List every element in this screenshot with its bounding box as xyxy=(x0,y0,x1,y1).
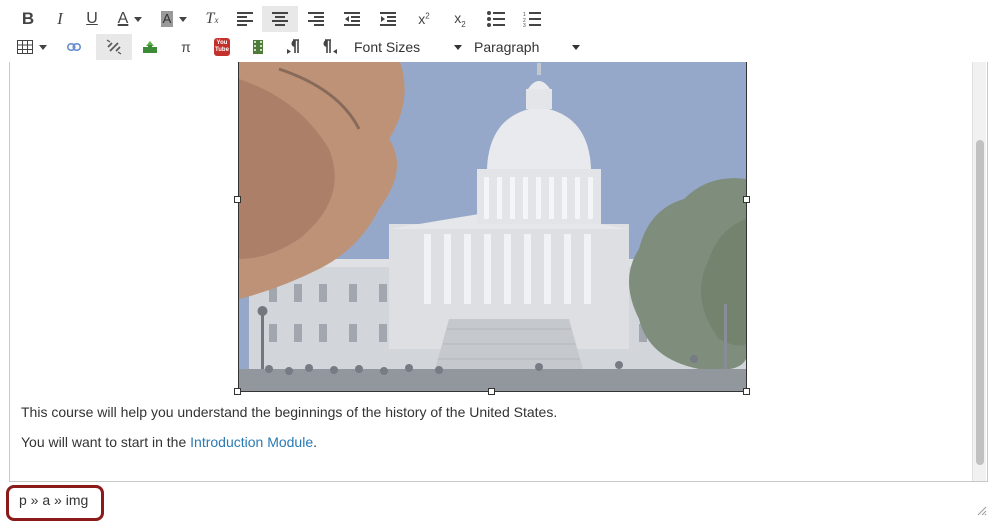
bullet-list-icon xyxy=(487,11,505,27)
bold-button[interactable]: B xyxy=(12,6,44,32)
selected-image[interactable] xyxy=(238,62,747,392)
clear-formatting-button[interactable]: Tx xyxy=(196,6,228,32)
indent-button[interactable] xyxy=(370,6,406,32)
vertical-scrollbar[interactable] xyxy=(972,62,986,481)
paragraph-2: You will want to start in the Introducti… xyxy=(21,434,317,450)
clear-formatting-icon: Tx xyxy=(205,10,219,27)
italic-button[interactable]: I xyxy=(44,6,76,32)
unlink-icon xyxy=(106,39,122,55)
pi-icon: π xyxy=(181,39,191,55)
link-icon xyxy=(67,43,81,51)
resize-grip-icon[interactable] xyxy=(975,504,987,516)
resize-handle-bottom-left[interactable] xyxy=(234,388,241,395)
ltr-paragraph-icon xyxy=(287,39,299,54)
youtube-embed-button[interactable]: You Tube xyxy=(204,34,240,60)
italic-icon: I xyxy=(57,9,63,28)
ltr-paragraph-button[interactable] xyxy=(276,34,312,60)
background-color-button[interactable]: A xyxy=(152,6,196,32)
numbered-list-button[interactable]: 123 xyxy=(514,6,550,32)
chevron-down-icon xyxy=(134,16,143,22)
text-color-button[interactable]: A xyxy=(108,6,152,32)
resize-handle-bottom[interactable] xyxy=(488,388,495,395)
outdent-icon xyxy=(344,12,360,26)
media-upload-button[interactable] xyxy=(240,34,276,60)
introduction-module-link[interactable]: Introduction Module xyxy=(190,434,313,450)
table-icon xyxy=(17,40,33,54)
align-center-icon xyxy=(272,12,288,26)
rtl-paragraph-button[interactable] xyxy=(312,34,348,60)
element-path[interactable]: p » a » img xyxy=(19,492,88,508)
resize-handle-bottom-right[interactable] xyxy=(743,388,750,395)
superscript-button[interactable]: x2 xyxy=(406,6,442,32)
table-button[interactable] xyxy=(12,34,52,60)
background-color-icon: A xyxy=(160,11,174,27)
font-sizes-dropdown[interactable]: Font Sizes xyxy=(348,34,468,60)
paragraph-label: Paragraph xyxy=(474,39,540,55)
bullet-list-button[interactable] xyxy=(478,6,514,32)
paragraph-format-dropdown[interactable]: Paragraph xyxy=(468,34,586,60)
align-right-button[interactable] xyxy=(298,6,334,32)
resize-handle-right[interactable] xyxy=(743,196,750,203)
align-left-icon xyxy=(237,12,253,26)
subscript-button[interactable]: x2 xyxy=(442,6,478,32)
subscript-icon: x2 xyxy=(454,9,466,29)
bold-icon: B xyxy=(21,9,35,28)
embed-image-button[interactable] xyxy=(132,34,168,60)
paragraph-2-text: You will want to start in the xyxy=(21,434,191,450)
align-right-icon xyxy=(308,12,324,26)
outdent-button[interactable] xyxy=(334,6,370,32)
paragraph-2-period: . xyxy=(313,434,317,450)
underline-button[interactable]: U xyxy=(76,6,108,32)
insert-link-button[interactable] xyxy=(52,34,96,60)
font-sizes-label: Font Sizes xyxy=(354,39,421,55)
text-color-icon: A xyxy=(117,10,129,27)
unlink-button[interactable] xyxy=(96,34,132,60)
editor-statusbar: p » a » img xyxy=(0,482,998,524)
editor-toolbar: B I U A A Tx x2 x2 1 2 3 π You Tube Font… xyxy=(0,0,998,62)
chevron-down-icon xyxy=(454,44,462,50)
indent-icon xyxy=(380,12,396,26)
paragraph-1: This course will help you understand the… xyxy=(21,404,558,420)
image-icon xyxy=(143,41,157,53)
capitol-building-image xyxy=(239,62,746,391)
toolbar-row-1: B I U A A Tx x2 x2 1 2 3 xyxy=(12,5,550,33)
toolbar-row-2: π You Tube Font Sizes Paragraph xyxy=(12,33,586,61)
resize-handle-left[interactable] xyxy=(234,196,241,203)
svg-text:3: 3 xyxy=(523,23,526,27)
editor-content-area[interactable]: This course will help you understand the… xyxy=(9,62,988,482)
media-icon xyxy=(253,40,263,54)
align-center-button[interactable] xyxy=(262,6,298,32)
underline-icon: U xyxy=(86,10,98,27)
superscript-icon: x2 xyxy=(418,11,430,27)
youtube-icon: You Tube xyxy=(214,38,230,56)
chevron-down-icon xyxy=(572,44,580,50)
chevron-down-icon xyxy=(179,16,188,22)
align-left-button[interactable] xyxy=(228,6,262,32)
chevron-down-icon xyxy=(39,44,47,50)
scrollbar-thumb[interactable] xyxy=(976,140,984,465)
rtl-paragraph-icon xyxy=(323,39,337,54)
math-equation-button[interactable]: π xyxy=(168,34,204,60)
numbered-list-icon: 123 xyxy=(523,12,541,27)
